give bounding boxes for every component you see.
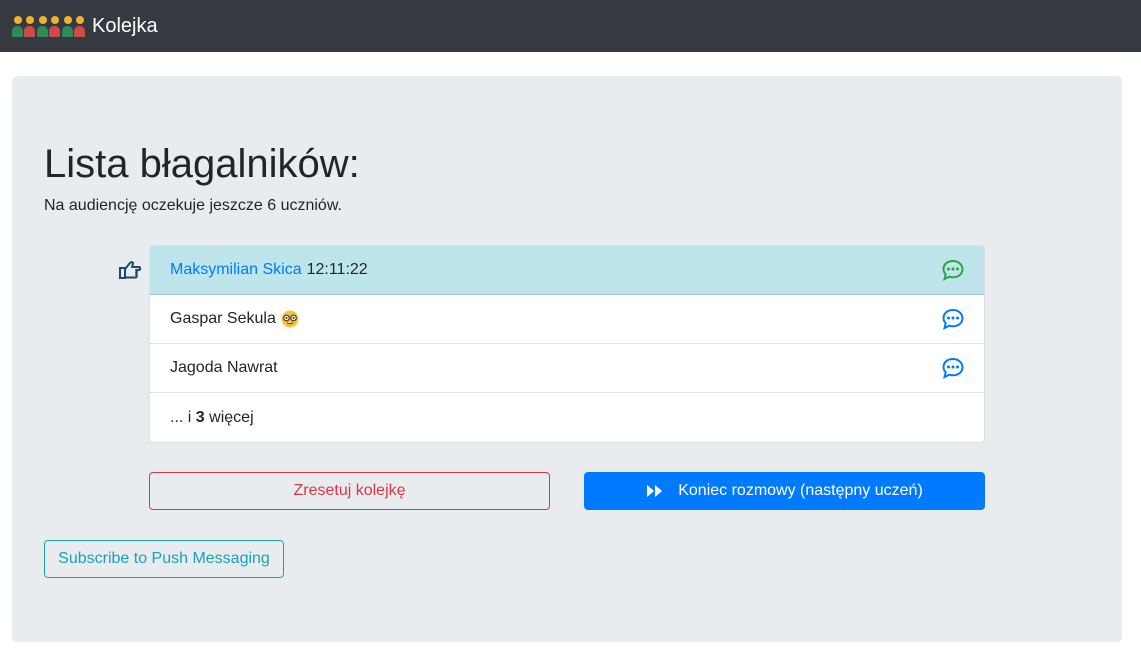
people-holding-hands-icon: [12, 15, 86, 37]
chat-icon[interactable]: [942, 308, 964, 330]
more-suffix: więcej: [209, 408, 254, 426]
subscribe-push-label: Subscribe to Push Messaging: [58, 550, 270, 567]
reset-queue-button[interactable]: Zresetuj kolejkę: [149, 472, 550, 510]
brand-label: Kolejka: [92, 14, 158, 37]
queue-list: Maksymilian Skica 12:11:22 Gaspar Sekula: [149, 245, 985, 443]
more-count: 3: [195, 408, 205, 426]
queue-item-current: Maksymilian Skica 12:11:22: [150, 246, 984, 295]
student-name: Jagoda Nawrat: [170, 359, 278, 376]
queue-status-text: Na audiencję oczekuje jeszcze 6 uczniów.: [44, 197, 342, 214]
hand-pointer-icon: [119, 261, 142, 279]
brand-link[interactable]: Kolejka: [12, 15, 158, 38]
queue-item: Gaspar Sekula: [150, 295, 984, 344]
page-title: Lista błagalników:: [44, 142, 360, 186]
chat-icon[interactable]: [942, 259, 964, 281]
subscribe-push-button[interactable]: Subscribe to Push Messaging: [44, 540, 284, 578]
chat-icon[interactable]: [942, 357, 964, 379]
next-student-label: Koniec rozmowy (następny uczeń): [678, 482, 923, 499]
reset-queue-label: Zresetuj kolejkę: [293, 482, 406, 499]
fast-forward-icon: [647, 485, 663, 497]
more-prefix: ... i: [170, 408, 192, 426]
nerd-face-icon: [281, 310, 299, 328]
student-name: Gaspar Sekula: [170, 310, 276, 327]
next-student-button[interactable]: Koniec rozmowy (następny uczeń): [584, 472, 985, 510]
queue-more-item: ... i 3 więcej: [150, 393, 984, 442]
queue-item: Jagoda Nawrat: [150, 344, 984, 393]
navbar: Kolejka: [0, 0, 1141, 52]
call-time: 12:11:22: [306, 261, 368, 278]
current-student-link[interactable]: Maksymilian Skica: [170, 261, 302, 279]
main-panel: Lista błagalników: Na audiencję oczekuje…: [12, 76, 1122, 642]
